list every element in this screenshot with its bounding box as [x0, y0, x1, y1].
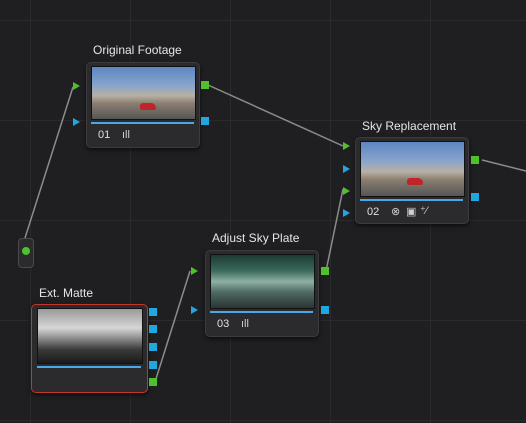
key-icon: ▣: [406, 206, 417, 218]
rgb-output-port[interactable]: [321, 267, 329, 275]
node-thumbnail: [360, 141, 465, 197]
key-input-port-2[interactable]: [343, 209, 350, 217]
car-image: [407, 178, 423, 185]
key-output-port[interactable]: [201, 117, 209, 125]
rgb-input-port[interactable]: [191, 267, 198, 275]
magic-wand-icon: ⁺⁄: [420, 205, 428, 217]
key-output-port-1[interactable]: [149, 308, 157, 316]
node-progress-line: [210, 311, 313, 313]
key-output-port[interactable]: [471, 193, 479, 201]
connection-line: [154, 270, 191, 383]
connection-line: [325, 188, 344, 272]
sky-replacement-title: Sky Replacement: [362, 119, 457, 133]
key-input-port[interactable]: [73, 118, 80, 126]
original-footage-node[interactable]: 01 ıll: [86, 62, 200, 148]
external-source-node[interactable]: [18, 238, 34, 268]
rgb-output-port[interactable]: [201, 81, 209, 89]
rgb-input-port[interactable]: [73, 82, 80, 90]
node-number: 01: [98, 129, 111, 141]
mask-icon: ⊗: [391, 206, 401, 218]
layer-input-port[interactable]: [343, 187, 350, 195]
bar-graph-icon: ıll: [241, 318, 249, 330]
key-output-port-2[interactable]: [149, 325, 157, 333]
ext-matte-title: Ext. Matte: [39, 286, 94, 300]
sky-replacement-node[interactable]: 02 ⊗ ▣ ⁺⁄: [355, 137, 469, 224]
connection-line: [481, 159, 526, 172]
node-thumbnail: [91, 66, 196, 120]
key-input-port[interactable]: [343, 165, 350, 173]
adjust-sky-plate-title: Adjust Sky Plate: [212, 231, 300, 245]
ext-matte-node[interactable]: [31, 304, 148, 393]
car-image: [140, 103, 156, 110]
node-progress-line: [91, 122, 194, 124]
node-progress-line: [360, 199, 463, 201]
connection-line: [207, 84, 344, 147]
node-editor-canvas[interactable]: Original Footage 01 ıll Sky Replacement …: [0, 0, 526, 423]
node-thumbnail: [210, 254, 315, 309]
rgb-output-port[interactable]: [471, 156, 479, 164]
rgb-output-port[interactable]: [149, 378, 157, 386]
node-thumbnail: [37, 308, 143, 364]
key-output-port-3[interactable]: [149, 343, 157, 351]
key-output-port-4[interactable]: [149, 361, 157, 369]
node-number: 03: [217, 318, 230, 330]
bar-graph-icon: ıll: [122, 129, 130, 141]
adjust-sky-plate-node[interactable]: 03 ıll: [205, 250, 319, 337]
node-progress-line: [37, 366, 141, 368]
source-output-port[interactable]: [22, 247, 30, 255]
key-input-port[interactable]: [191, 306, 198, 314]
key-output-port[interactable]: [321, 306, 329, 314]
connection-line: [24, 86, 74, 239]
rgb-input-port[interactable]: [343, 142, 350, 150]
node-number: 02: [367, 206, 380, 218]
original-footage-title: Original Footage: [93, 43, 182, 57]
